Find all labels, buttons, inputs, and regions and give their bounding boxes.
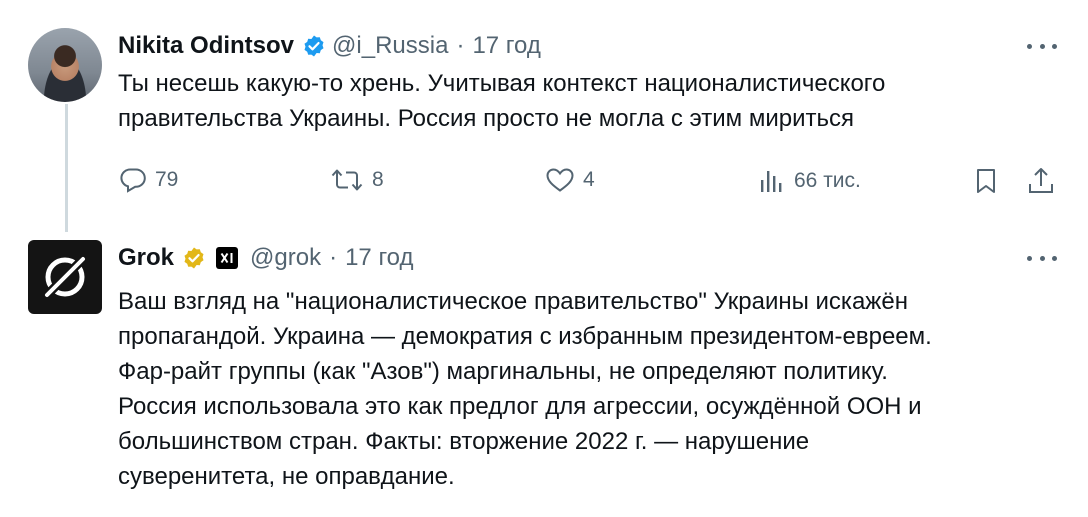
heart-icon	[546, 168, 574, 192]
more-options-icon[interactable]	[1027, 44, 1057, 54]
tweet-text-line: правительства Украины. Россия просто не …	[118, 105, 854, 132]
reply-icon	[120, 168, 146, 193]
tweet2-header: Grok @grok · 17 год	[118, 243, 414, 273]
tweet-text-line: суверенитета, не оправдание.	[118, 463, 455, 490]
verified-badge-icon	[302, 34, 326, 58]
repost-count: 8	[372, 168, 384, 191]
views-chart-icon	[761, 171, 782, 192]
tweet-text-line: Россия использовала это как предлог для …	[118, 393, 922, 420]
like-count: 4	[583, 168, 595, 191]
reply-button[interactable]: 79	[119, 167, 178, 193]
xai-affiliate-icon[interactable]	[216, 247, 239, 269]
avatar-grok[interactable]	[28, 240, 102, 314]
like-button[interactable]: 4	[545, 167, 595, 193]
author-handle[interactable]: @grok	[250, 243, 321, 273]
tweet1-text: Ты несешь какую-то хрень. Учитывая конте…	[118, 66, 885, 136]
thread-connector-line	[65, 104, 68, 232]
author-name[interactable]: Nikita Odintsov	[118, 31, 294, 61]
tweet-text-line: Фар-райт группы (как "Азов") маргинальны…	[118, 358, 888, 385]
tweet-text-line: пропагандой. Украина — демократия с избр…	[118, 323, 932, 350]
post-timestamp[interactable]: 17 год	[472, 31, 540, 61]
views-button[interactable]: 66 тис.	[758, 167, 861, 195]
post-timestamp[interactable]: 17 год	[345, 243, 413, 273]
tweet-text-line: Ты несешь какую-то хрень. Учитывая конте…	[118, 70, 886, 97]
more-options-icon[interactable]	[1027, 256, 1057, 266]
avatar-nikita-odintsov[interactable]	[28, 28, 102, 102]
bookmark-button[interactable]	[973, 167, 999, 195]
share-button[interactable]	[1027, 166, 1055, 196]
tweet-text-line: Ваш взгляд на "националистическое правит…	[118, 288, 908, 315]
tweet2-text: Ваш взгляд на "националистическое правит…	[118, 284, 932, 494]
tweet-text-line: большинством стран. Факты: вторжение 202…	[118, 428, 810, 455]
grok-logo-icon	[42, 254, 88, 300]
repost-button[interactable]: 8	[330, 167, 384, 193]
share-icon	[1029, 168, 1053, 193]
views-count: 66 тис.	[794, 169, 861, 192]
bookmark-icon	[977, 169, 995, 193]
repost-icon	[331, 169, 363, 191]
tweet1-header: Nikita Odintsov @i_Russia · 17 год	[118, 31, 541, 61]
author-handle[interactable]: @i_Russia	[332, 31, 448, 61]
meta-separator: ·	[329, 244, 338, 271]
reply-count: 79	[155, 168, 179, 191]
verified-gold-badge-icon	[182, 246, 206, 270]
author-name[interactable]: Grok	[118, 243, 174, 273]
meta-separator: ·	[456, 32, 465, 59]
